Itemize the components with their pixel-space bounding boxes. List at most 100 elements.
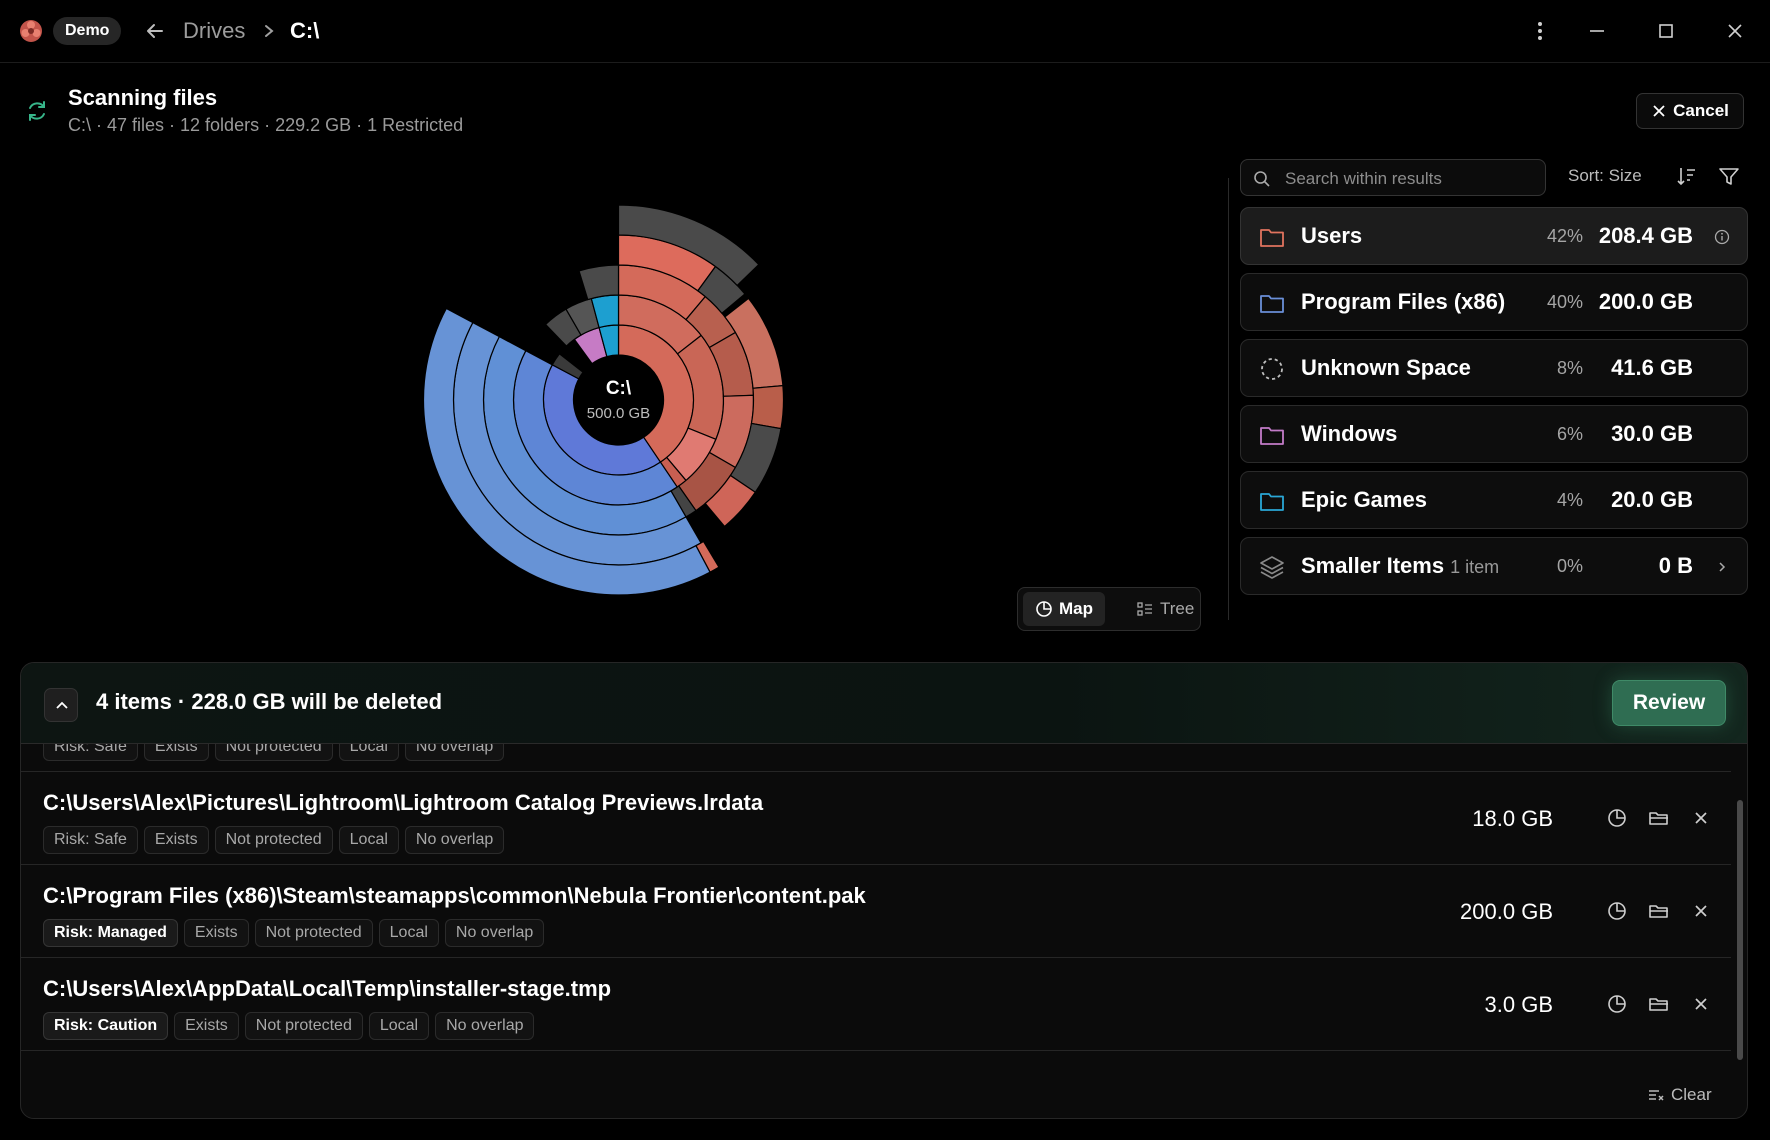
- item-path: C:\Users\Alex\AppData\Local\Temp\install…: [43, 976, 612, 1001]
- item-path: C:\Users\Alex\Pictures\Lightroom\Lightro…: [43, 790, 764, 815]
- open-folder-icon[interactable]: [1647, 806, 1671, 830]
- sunburst-arc-users-deep[interactable]: [750, 384, 785, 430]
- list-scrollbar[interactable]: [1737, 800, 1743, 1060]
- chip-risk: Risk: Managed: [43, 919, 178, 947]
- result-row-windows[interactable]: Windows 6% 30.0 GB: [1240, 405, 1748, 463]
- pie-chart-icon: [1036, 601, 1052, 617]
- folder-icon: [1260, 295, 1284, 313]
- tab-tree-label: Tree: [1160, 599, 1195, 618]
- view-toggle: Map Tree: [1017, 587, 1201, 631]
- cancel-scan-button[interactable]: Cancel: [1636, 93, 1744, 129]
- row-size: 208.4 GB: [1598, 223, 1693, 248]
- collapse-button[interactable]: [44, 688, 78, 722]
- search-icon: [1254, 171, 1270, 187]
- sunburst-chart[interactable]: C:\ 500.0 GB: [380, 200, 860, 640]
- row-size: 200.0 GB: [1598, 289, 1693, 314]
- remove-item-icon[interactable]: [1689, 899, 1713, 923]
- show-in-map-icon[interactable]: [1605, 806, 1629, 830]
- list-item[interactable]: C:\Users\Alex\AppData\Local\Temp\install…: [21, 958, 1731, 1051]
- show-in-map-icon[interactable]: [1605, 992, 1629, 1016]
- list-item[interactable]: C:\Users\Alex\Pictures\Lightroom\Lightro…: [21, 772, 1731, 865]
- back-arrow-icon[interactable]: [140, 16, 170, 46]
- row-name: Unknown Space: [1301, 355, 1471, 380]
- sort-label[interactable]: Sort: Size: [1568, 166, 1642, 186]
- chart-center-disc[interactable]: [575, 357, 662, 443]
- row-size: 41.6 GB: [1611, 355, 1693, 380]
- row-percent: 4%: [1556, 490, 1583, 510]
- chart-center-label: C:\: [606, 378, 632, 399]
- deletion-panel: 4 items · 228.0 GB will be deleted Revie…: [20, 662, 1748, 1119]
- filter-icon[interactable]: [1716, 163, 1742, 189]
- close-icon: [1653, 105, 1665, 117]
- chevron-right-icon[interactable]: [1713, 558, 1731, 576]
- sort-order-icon[interactable]: [1673, 163, 1699, 189]
- search-input[interactable]: [1283, 160, 1543, 197]
- sunburst-arc-windows-sub[interactable]: [578, 264, 620, 301]
- review-button[interactable]: Review: [1612, 680, 1726, 726]
- folder-icon: [1260, 427, 1284, 445]
- breadcrumb-chevron-icon: [265, 25, 274, 37]
- chip-overlap: No overlap: [435, 1012, 535, 1040]
- clear-label: Clear: [1671, 1085, 1712, 1104]
- row-count: 1 item: [1450, 557, 1500, 577]
- results-search[interactable]: [1240, 159, 1546, 197]
- chip-exists: Exists: [143, 826, 209, 854]
- row-percent: 40%: [1546, 292, 1583, 312]
- result-row-program-files[interactable]: Program Files (x86) 40% 200.0 GB: [1240, 273, 1748, 331]
- row-name: Windows: [1301, 421, 1398, 446]
- clear-button[interactable]: Clear: [1647, 1081, 1712, 1109]
- chip-protection: Not protected: [214, 826, 333, 854]
- chip-overlap: No overlap: [404, 744, 505, 761]
- row-name-text: Smaller Items: [1301, 553, 1445, 578]
- chip-location: Local: [368, 1012, 430, 1040]
- app-logo-icon: [20, 20, 42, 42]
- info-icon[interactable]: [1713, 228, 1731, 246]
- row-percent: 0%: [1556, 556, 1583, 576]
- chip-overlap: No overlap: [404, 826, 505, 854]
- row-name: Program Files (x86): [1301, 289, 1506, 314]
- scan-title: Scanning files: [68, 85, 218, 110]
- tab-map[interactable]: Map: [1023, 592, 1105, 626]
- deletion-list[interactable]: Risk: Safe Exists Not protected Local No…: [21, 744, 1731, 1064]
- open-folder-icon[interactable]: [1647, 992, 1671, 1016]
- clear-list-icon: [1649, 1090, 1664, 1101]
- chip-location: Local: [338, 744, 399, 761]
- remove-item-icon[interactable]: [1689, 992, 1713, 1016]
- result-row-smaller-items[interactable]: Smaller Items 1 item 0% 0 B: [1240, 537, 1748, 595]
- list-item[interactable]: Risk: Safe Exists Not protected Local No…: [21, 744, 1731, 772]
- minimize-icon[interactable]: [1582, 16, 1612, 46]
- chip-risk: Risk: Safe: [43, 744, 138, 761]
- chip-overlap: No overlap: [444, 919, 545, 947]
- item-chips: Risk: Safe Exists Not protected Local No…: [43, 744, 505, 761]
- row-size: 30.0 GB: [1611, 421, 1693, 446]
- maximize-icon[interactable]: [1651, 16, 1681, 46]
- result-row-users[interactable]: Users 42% 208.4 GB: [1240, 207, 1748, 265]
- list-item[interactable]: C:\Program Files (x86)\Steam\steamapps\c…: [21, 865, 1731, 958]
- deletion-panel-header: 4 items · 228.0 GB will be deleted Revie…: [21, 663, 1747, 744]
- folder-icon: [1260, 229, 1284, 247]
- chip-location: Local: [378, 919, 439, 947]
- result-row-unknown-space[interactable]: Unknown Space 8% 41.6 GB: [1240, 339, 1748, 397]
- deletion-summary: 4 items · 228.0 GB will be deleted: [96, 689, 443, 714]
- breadcrumb-current: C:\: [290, 18, 320, 43]
- remove-item-icon[interactable]: [1689, 806, 1713, 830]
- item-path: C:\Program Files (x86)\Steam\steamapps\c…: [43, 883, 866, 908]
- breadcrumb-drives[interactable]: Drives: [183, 16, 245, 46]
- demo-badge[interactable]: Demo: [53, 17, 122, 45]
- row-percent: 8%: [1556, 358, 1583, 378]
- chip-risk: Risk: Safe: [43, 826, 138, 854]
- chart-center-size: 500.0 GB: [587, 405, 650, 422]
- row-percent: 42%: [1546, 226, 1583, 246]
- more-options-icon[interactable]: [1525, 16, 1555, 46]
- item-size: 18.0 GB: [1472, 806, 1553, 831]
- row-name: Smaller Items 1 item: [1301, 553, 1499, 579]
- open-folder-icon[interactable]: [1647, 899, 1671, 923]
- close-window-icon[interactable]: [1720, 16, 1750, 46]
- result-row-epic-games[interactable]: Epic Games 4% 20.0 GB: [1240, 471, 1748, 529]
- tab-tree[interactable]: Tree: [1124, 592, 1206, 626]
- show-in-map-icon[interactable]: [1605, 899, 1629, 923]
- item-chips: Risk: Safe Exists Not protected Local No…: [43, 826, 505, 854]
- chip-exists: Exists: [143, 744, 209, 761]
- row-size: 0 B: [1658, 553, 1693, 578]
- scanning-refresh-icon: [29, 101, 45, 121]
